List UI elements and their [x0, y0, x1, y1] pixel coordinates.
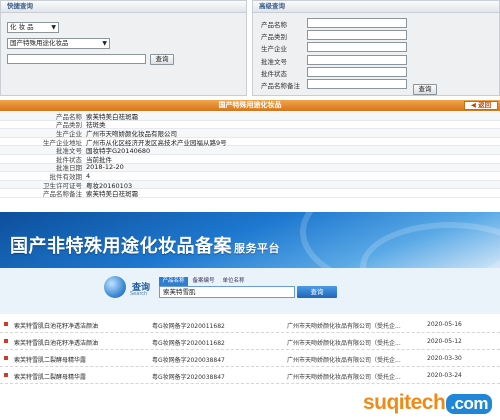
detail-table: 产品名称 索芙特美白祛斑霜 产品类别 祛斑类 生产企业 广州市天吻娇颜化妆品有限公司 生产企…: [0, 112, 500, 198]
quick-search-button[interactable]: 查询: [150, 54, 174, 65]
banner-title: 国产非特殊用途化妆品备案 服务平台: [10, 232, 280, 258]
result-company: 广州市天吻娇颜化妆品有限公司（受托企...: [287, 323, 401, 330]
result-row[interactable]: 索芙特雪肌白池花籽净透洁颜油 粤G妆网备字2020011682 广州市天吻娇颜化妆品…: [0, 333, 500, 350]
banner-subtitle: 服务平台: [234, 242, 280, 255]
watermark-text: suqitech: [362, 391, 446, 414]
search-button[interactable]: 查询: [297, 286, 337, 298]
detail-value: 索芙特美白祛斑霜: [86, 190, 138, 199]
advanced-search-title: 高级查询: [253, 1, 499, 13]
advanced-field-label: 生产企业: [261, 45, 287, 54]
bullet-icon: [4, 373, 8, 377]
detail-title: 国产特殊用途化妆品: [218, 101, 282, 109]
result-name[interactable]: 索芙特雪肌二裂酵母精华露: [14, 372, 86, 381]
result-date: 2020-03-30: [427, 355, 462, 362]
back-arrow-icon: ◀: [470, 101, 476, 109]
result-row[interactable]: 索芙特雪肌二裂酵母精华露 粤G妆网备字2020038847 广州市天吻娇颜化妆品有限…: [0, 367, 500, 384]
subtype-select[interactable]: 国产特殊用途化妆品 ▼: [7, 38, 110, 49]
result-company: 广州市天吻娇颜化妆品有限公司（受托企...: [287, 374, 401, 381]
watermark-suffix: .com: [446, 394, 492, 414]
chevron-down-icon: ▼: [51, 24, 56, 31]
search-area: 查询 Search 索芙特雪肌 查询 产品名称 备案编号 单位名称: [0, 268, 500, 314]
category-select[interactable]: 化 妆 品 ▼: [7, 22, 59, 33]
advanced-field-input[interactable]: [307, 42, 407, 53]
quick-search-title: 快捷查询: [1, 1, 246, 13]
result-company: 广州市天吻娇颜化妆品有限公司（受托企...: [287, 340, 401, 347]
search-tab[interactable]: 产品名称: [159, 277, 188, 286]
result-date: 2020-03-24: [427, 372, 462, 379]
search-tab[interactable]: 单位名称: [219, 277, 248, 286]
search-tab[interactable]: 备案编号: [189, 277, 218, 286]
advanced-field-label: 产品名称: [261, 21, 287, 29]
advanced-field-input[interactable]: [307, 30, 407, 41]
result-name[interactable]: 索芙特雪肌白池花籽净透洁颜油: [14, 321, 98, 330]
detail-header: 国产特殊用途化妆品 ◀ 返回: [0, 100, 500, 111]
result-name[interactable]: 索芙特雪肌白池花籽净透洁颜油: [14, 338, 98, 347]
result-reg-no: 粤G妆网备字2020038847: [152, 374, 225, 381]
advanced-field-input[interactable]: [307, 79, 407, 89]
quick-search-input[interactable]: [7, 54, 146, 64]
advanced-field-input[interactable]: [307, 18, 407, 28]
advanced-field-label: 产品类别: [261, 33, 287, 42]
advanced-search-panel: 高级查询 查询 产品名称产品类别生产企业批准文号批件状态产品名称备注: [252, 0, 500, 96]
advanced-field-label: 产品名称备注: [261, 82, 300, 90]
platform-banner: 国产非特殊用途化妆品备案 服务平台: [0, 212, 500, 268]
search-input[interactable]: 索芙特雪肌: [159, 286, 295, 298]
advanced-field-label: 批件状态: [261, 69, 287, 78]
detail-label: 产品名称备注: [43, 190, 82, 199]
result-reg-no: 粤G妆网备字2020011682: [152, 340, 225, 347]
bullet-icon: [4, 322, 8, 326]
chevron-down-icon: ▼: [102, 40, 107, 47]
detail-value: 2018-12-20: [86, 163, 124, 172]
result-company: 广州市天吻娇颜化妆品有限公司（受托企...: [287, 357, 401, 364]
category-select-value: 化 妆 品: [10, 23, 34, 31]
quick-search-panel: 快捷查询 化 妆 品 ▼ 国产特殊用途化妆品 ▼ 查询: [0, 0, 247, 96]
advanced-field-input[interactable]: [307, 54, 407, 65]
detail-row: 产品名称备注 索芙特美白祛斑霜: [0, 189, 500, 198]
site-watermark: suqitech .com: [363, 391, 492, 415]
advanced-field-input[interactable]: [307, 66, 407, 77]
results-list: 索芙特雪肌白池花籽净透洁颜油 粤G妆网备字2020011682 广州市天吻娇颜化妆品…: [0, 316, 500, 384]
result-date: 2020-05-16: [427, 321, 462, 328]
result-date: 2020-05-12: [427, 338, 462, 345]
advanced-field-label: 批准文号: [261, 57, 287, 66]
banner-title-text: 国产非特殊用途化妆品备案: [10, 236, 232, 257]
advanced-search-button[interactable]: 查询: [413, 84, 437, 95]
back-button-label: 返回: [478, 101, 492, 109]
result-row[interactable]: 索芙特雪肌二裂酵母精华露 粤G妆网备字2020038847 广州市天吻娇颜化妆品有限…: [0, 350, 500, 367]
result-row[interactable]: 索芙特雪肌白池花籽净透洁颜油 粤G妆网备字2020011682 广州市天吻娇颜化妆品…: [0, 316, 500, 333]
subtype-select-value: 国产特殊用途化妆品: [10, 39, 69, 47]
bullet-icon: [4, 356, 8, 360]
search-label-en: Search: [130, 291, 148, 297]
bullet-icon: [4, 339, 8, 343]
result-reg-no: 粤G妆网备字2020038847: [152, 357, 225, 364]
result-reg-no: 粤G妆网备字2020011682: [152, 323, 225, 330]
globe-icon: [104, 276, 126, 298]
result-name[interactable]: 索芙特雪肌二裂酵母精华露: [14, 355, 86, 364]
detail-value: 当前批件: [86, 155, 112, 164]
back-button[interactable]: ◀ 返回: [464, 101, 498, 110]
